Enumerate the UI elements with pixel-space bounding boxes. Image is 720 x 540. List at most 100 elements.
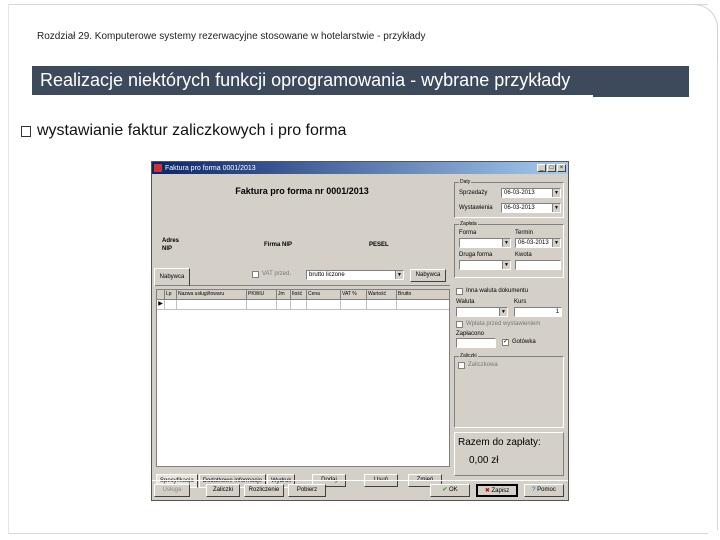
column-header[interactable]: Ilość xyxy=(291,290,307,299)
inna-waluta-label: Inna waluta dokumentu xyxy=(466,288,529,294)
tab-nabywca[interactable]: Nabywca xyxy=(154,268,190,286)
column-header[interactable]: Wartość xyxy=(367,290,397,299)
wystawienia-date-field[interactable]: 06-03-2013 ▼ xyxy=(501,203,561,213)
druga-forma-select[interactable]: ▼ xyxy=(459,260,511,270)
slide-corner-curve xyxy=(694,4,718,64)
vat-checkbox-label: VAT przed. xyxy=(262,271,292,277)
slide-title: Realizacje niektórych funkcji oprogramow… xyxy=(32,66,689,95)
column-header[interactable]: Jm xyxy=(277,290,291,299)
adres-label: Adres xyxy=(162,238,180,244)
slide-border-bottom xyxy=(8,533,708,534)
zaplacono-label: Zapłacono xyxy=(456,331,485,337)
wystawienia-label: Wystawienia xyxy=(459,205,493,211)
wplata-checkbox[interactable] xyxy=(456,321,463,328)
wplata-label: Wpłata przed wystawieniem xyxy=(466,321,541,327)
title-underline xyxy=(593,95,689,97)
forma-select[interactable]: ▼ xyxy=(459,238,511,248)
vat-checkbox[interactable] xyxy=(252,271,259,278)
sprzedazy-date-value: 06-03-2013 xyxy=(504,190,535,196)
pobierz-button[interactable]: Pobierz xyxy=(288,484,326,497)
wystawienia-date-value: 06-03-2013 xyxy=(504,205,535,211)
price-mode-select[interactable]: brutto liczone ▼ xyxy=(306,270,404,280)
window-footer: Usługa Zaliczki Rozliczenie Pobierz ✔ OK… xyxy=(152,480,568,500)
waluta-label: Waluta xyxy=(456,299,475,305)
nabywca-button[interactable]: Nabywca xyxy=(410,269,446,282)
bullet-square-icon xyxy=(21,126,31,137)
help-icon: ? xyxy=(532,487,536,493)
column-header[interactable]: Brutto xyxy=(397,290,427,299)
column-header[interactable]: Lp xyxy=(165,290,177,299)
zaliczki-group-title: Zaliczki xyxy=(459,353,478,359)
zaplata-group: Zapłata Forma Termin ▼ 06-03-2013 ▼ Drug… xyxy=(454,221,564,278)
chevron-down-icon[interactable]: ▼ xyxy=(499,308,507,316)
pesel-label: PESEL xyxy=(369,242,389,248)
slide-border-top xyxy=(8,4,708,5)
termin-date-field[interactable]: 06-03-2013 ▼ xyxy=(515,238,561,248)
window-title: Faktura pro forma 0001/2013 xyxy=(165,164,256,172)
customer-tab-strip: Nabywca xyxy=(154,268,450,286)
maximize-button[interactable]: □ xyxy=(547,164,556,172)
nip-label: NIP xyxy=(162,246,173,252)
kwota-field[interactable] xyxy=(515,260,561,270)
sprzedazy-label: Sprzedaży xyxy=(459,190,488,196)
zaliczki-button[interactable]: Zaliczki xyxy=(206,484,240,497)
items-table: Lp Nazwa usługi/towaru PKWiU Jm Ilość Ce… xyxy=(156,289,450,467)
druga-forma-label: Druga forma xyxy=(459,252,493,258)
window-titlebar[interactable]: Faktura pro forma 0001/2013 xyxy=(152,162,568,174)
zaliczkowa-checkbox[interactable] xyxy=(458,362,465,369)
gotowka-label: Gotówka xyxy=(512,339,536,345)
zapisz-button[interactable]: ✖ Zapisz xyxy=(476,484,518,497)
minimize-button[interactable]: _ xyxy=(537,164,546,172)
chevron-down-icon[interactable]: ▼ xyxy=(502,239,510,247)
zaliczkowa-label: Zaliczkowa xyxy=(468,362,498,368)
table-header: Lp Nazwa usługi/towaru PKWiU Jm Ilość Ce… xyxy=(157,290,449,300)
slide-border-left xyxy=(8,4,9,534)
invoice-window: Faktura pro forma 0001/2013 _ □ × Faktur… xyxy=(151,161,569,501)
ok-button[interactable]: ✔ OK xyxy=(430,484,470,497)
zapisz-button-label: Zapisz xyxy=(491,488,510,494)
chapter-heading: Rozdział 29. Komputerowe systemy rezerwa… xyxy=(37,31,426,42)
slide-border-right xyxy=(717,60,718,530)
razem-label: Razem do zapłaty: xyxy=(458,437,541,448)
rozliczenie-button[interactable]: Rozliczenie xyxy=(244,484,284,497)
document-title: Faktura pro forma nr 0001/2013 xyxy=(235,186,369,196)
column-header[interactable]: Cena xyxy=(307,290,341,299)
termin-date-value: 06-03-2013 xyxy=(518,240,549,246)
column-header[interactable]: Nazwa usługi/towaru xyxy=(177,290,247,299)
pomoc-button[interactable]: ? Pomoc xyxy=(524,484,564,497)
daty-group: Daty Sprzedaży 06-03-2013 ▼ Wystawienia … xyxy=(454,179,564,218)
daty-group-title: Daty xyxy=(459,179,472,185)
close-button[interactable]: × xyxy=(557,164,566,172)
termin-label: Termin xyxy=(515,230,534,236)
chevron-down-icon[interactable]: ▼ xyxy=(552,239,560,247)
row-indicator-header xyxy=(157,290,165,299)
invoice-main-panel: Faktura pro forma nr 0001/2013 Adres NIP… xyxy=(154,176,450,488)
kurs-label: Kurs xyxy=(514,299,527,305)
inna-waluta-checkbox[interactable] xyxy=(456,288,463,295)
chevron-down-icon[interactable]: ▼ xyxy=(552,189,560,197)
forma-label: Forma xyxy=(459,230,477,236)
check-icon: ✔ xyxy=(442,487,448,493)
zaplacono-field[interactable] xyxy=(456,338,496,348)
table-row[interactable]: ▶ xyxy=(157,300,449,310)
price-mode-value: brutto liczone xyxy=(309,272,345,278)
usluga-button[interactable]: Usługa xyxy=(154,484,190,497)
column-header[interactable]: VAT % xyxy=(341,290,367,299)
row-pointer-icon: ▶ xyxy=(157,300,165,309)
waluta-select[interactable]: ▼ xyxy=(456,307,508,317)
chevron-down-icon[interactable]: ▼ xyxy=(395,271,403,279)
chevron-down-icon[interactable]: ▼ xyxy=(502,261,510,269)
chevron-down-icon[interactable]: ▼ xyxy=(552,204,560,212)
gotowka-checkbox[interactable]: ✓ xyxy=(502,339,509,346)
razem-value: 0,00 zł xyxy=(469,455,499,466)
invoice-side-panel: Daty Sprzedaży 06-03-2013 ▼ Wystawienia … xyxy=(452,176,566,476)
kurs-field[interactable]: 1 xyxy=(514,307,562,317)
sprzedazy-date-field[interactable]: 06-03-2013 ▼ xyxy=(501,188,561,198)
razem-panel: Razem do zapłaty: 0,00 zł xyxy=(454,432,564,476)
app-icon xyxy=(154,164,162,172)
column-header[interactable]: PKWiU xyxy=(247,290,277,299)
kwota-label: Kwota xyxy=(515,252,532,258)
zaliczki-group: Zaliczki Zaliczkowa xyxy=(454,353,564,428)
bullet-text: wystawianie faktur zaliczkowych i pro fo… xyxy=(37,122,347,139)
pomoc-button-label: Pomoc xyxy=(537,487,556,493)
